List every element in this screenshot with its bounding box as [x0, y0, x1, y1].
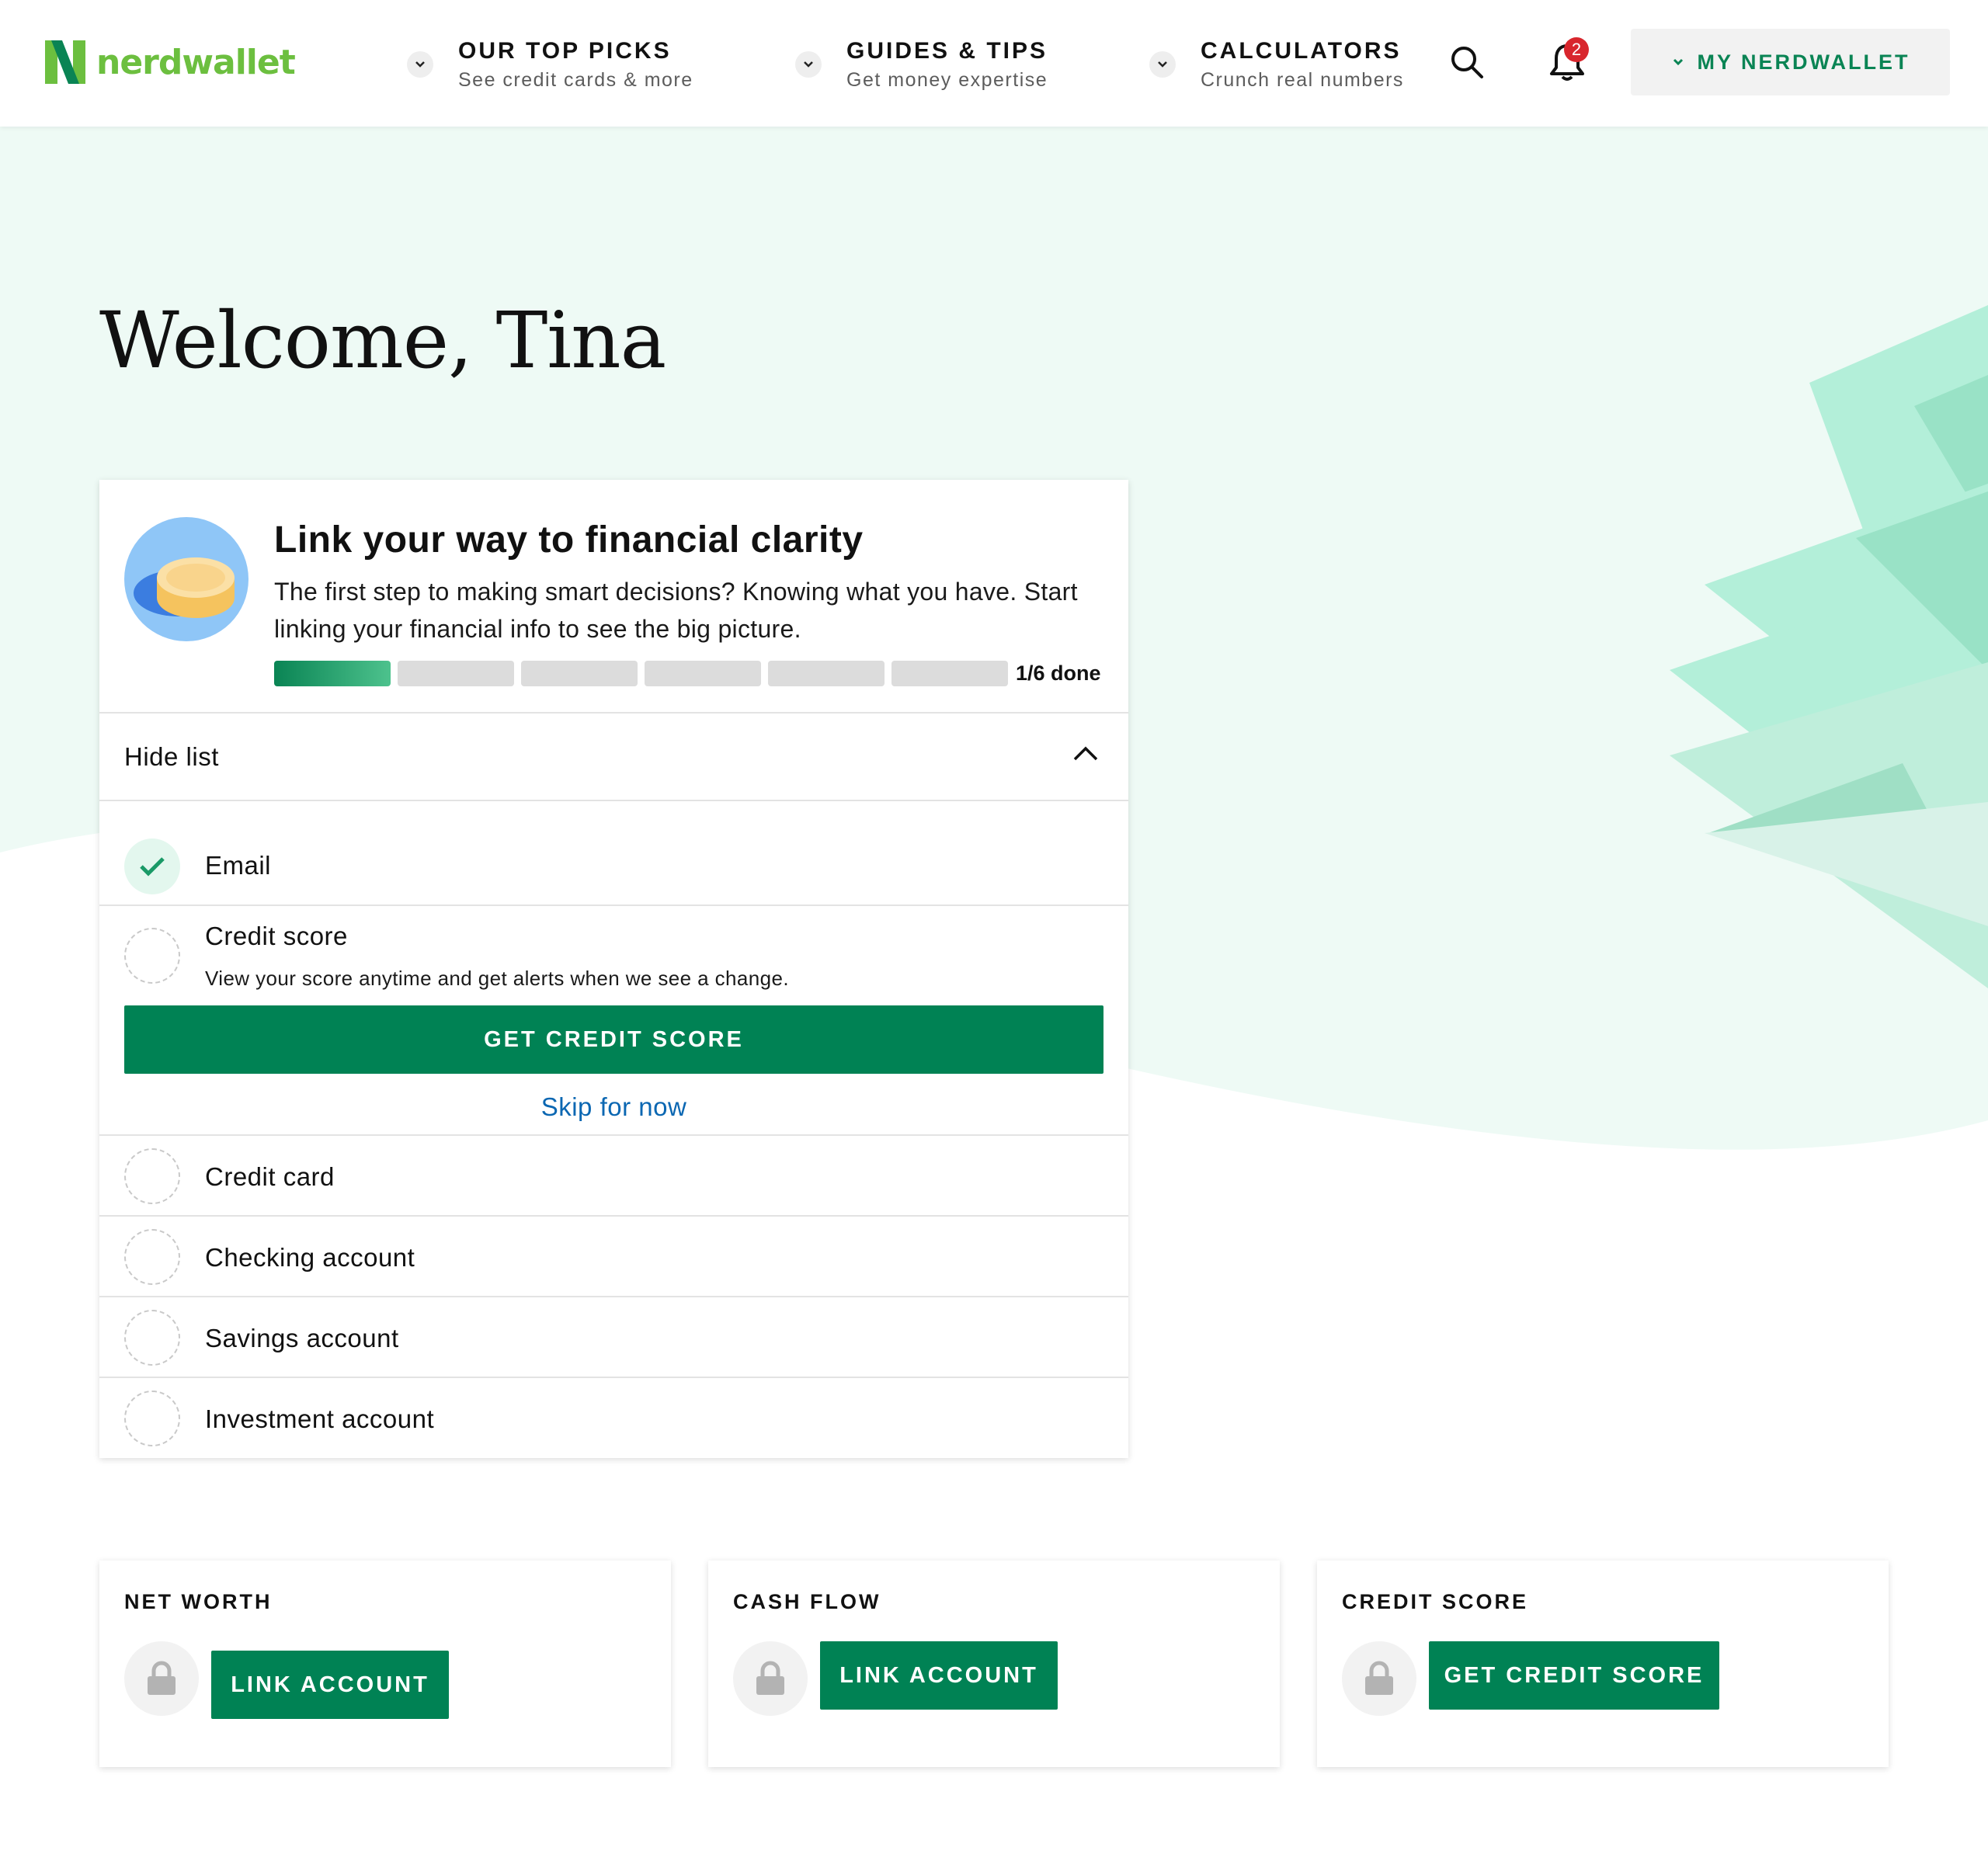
- get-credit-score-button[interactable]: GET CREDIT SCORE: [124, 1005, 1103, 1074]
- card-title: NET WORTH: [124, 1590, 273, 1613]
- chevron-down-icon: [1673, 58, 1683, 66]
- checklist-item-label: Email: [205, 851, 272, 880]
- notifications-button[interactable]: 2: [1548, 37, 1589, 81]
- chevron-up-icon: [1073, 746, 1098, 761]
- skip-for-now-link[interactable]: Skip for now: [99, 1092, 1128, 1122]
- nav-title: GUIDES & TIPS: [846, 38, 1048, 64]
- top-navigation-bar: nerdwallet OUR TOP PICKS See credit card…: [0, 0, 1988, 127]
- onboarding-checklist-card: Link your way to financial clarity The f…: [99, 480, 1128, 1458]
- search-button[interactable]: [1448, 43, 1486, 81]
- chevron-down-icon: [795, 51, 822, 78]
- progress-segment: [521, 661, 638, 686]
- chevron-down-icon: [1149, 51, 1176, 78]
- card-title: CREDIT SCORE: [1342, 1590, 1529, 1613]
- credit-score-card: CREDIT SCORE GET CREDIT SCORE: [1317, 1561, 1889, 1767]
- checklist-header: Link your way to financial clarity The f…: [99, 480, 1128, 714]
- chevron-down-icon: [407, 51, 433, 78]
- search-icon: [1451, 47, 1483, 78]
- get-credit-score-button[interactable]: GET CREDIT SCORE: [1429, 1641, 1719, 1710]
- checklist-title: Link your way to financial clarity: [274, 519, 864, 561]
- lock-icon: [733, 1641, 808, 1716]
- checklist-item-label: Checking account: [205, 1243, 415, 1272]
- nerdwallet-logo-icon: [45, 40, 85, 84]
- lock-icon: [124, 1641, 199, 1716]
- nav-title: CALCULATORS: [1201, 38, 1402, 64]
- checklist-description: The first step to making smart decisions…: [274, 578, 1078, 643]
- my-nerdwallet-label: MY NERDWALLET: [1697, 50, 1910, 74]
- hide-list-label: Hide list: [124, 741, 219, 771]
- link-account-button[interactable]: LINK ACCOUNT: [211, 1651, 449, 1719]
- progress-segment: [768, 661, 885, 686]
- checklist-item-label: Investment account: [205, 1404, 435, 1433]
- checklist-item-description: View your score anytime and get alerts w…: [205, 967, 789, 990]
- cash-flow-card: CASH FLOW LINK ACCOUNT: [708, 1561, 1280, 1767]
- unchecked-circle-icon: [124, 1391, 180, 1446]
- progress-segment-complete: [274, 661, 391, 686]
- notification-count-badge: 2: [1564, 37, 1589, 62]
- nav-subtitle: Get money expertise: [846, 69, 1048, 91]
- link-account-button[interactable]: LINK ACCOUNT: [820, 1641, 1058, 1710]
- progress-segment: [398, 661, 514, 686]
- unchecked-circle-icon: [124, 928, 180, 984]
- card-title: CASH FLOW: [733, 1590, 881, 1613]
- checklist-item-savings-account[interactable]: Savings account: [99, 1297, 1128, 1378]
- unchecked-circle-icon: [124, 1148, 180, 1204]
- progress-label: 1/6 done: [1016, 661, 1101, 685]
- checklist-item-investment-account[interactable]: Investment account: [99, 1378, 1128, 1459]
- progress-bar: 1/6 done: [274, 661, 1101, 686]
- progress-segment: [891, 661, 1008, 686]
- check-icon: [124, 839, 180, 894]
- nav-guides-and-tips[interactable]: GUIDES & TIPS Get money expertise: [795, 36, 1048, 93]
- nav-title: OUR TOP PICKS: [458, 38, 672, 64]
- checklist-item-checking-account[interactable]: Checking account: [99, 1217, 1128, 1297]
- checklist-item-credit-card[interactable]: Credit card: [99, 1136, 1128, 1217]
- checklist-item-label: Savings account: [205, 1324, 399, 1352]
- logo-wordmark: nerdwallet: [96, 42, 296, 82]
- welcome-heading: Welcome, Tina: [99, 295, 666, 386]
- unchecked-circle-icon: [124, 1229, 180, 1285]
- nerdwallet-logo[interactable]: nerdwallet: [45, 40, 296, 84]
- nav-subtitle: Crunch real numbers: [1201, 69, 1404, 91]
- checklist-item-credit-score[interactable]: Credit score View your score anytime and…: [99, 906, 1128, 1136]
- coins-illustration: [124, 517, 248, 641]
- hide-list-toggle[interactable]: Hide list: [99, 714, 1128, 801]
- my-nerdwallet-button[interactable]: MY NERDWALLET: [1631, 29, 1950, 95]
- checklist-item-label: Credit card: [205, 1162, 335, 1191]
- unchecked-circle-icon: [124, 1310, 180, 1366]
- lock-icon: [1342, 1641, 1416, 1716]
- nav-our-top-picks[interactable]: OUR TOP PICKS See credit cards & more: [407, 36, 693, 93]
- nav-calculators[interactable]: CALCULATORS Crunch real numbers: [1149, 36, 1404, 93]
- checklist-item-email[interactable]: Email: [99, 801, 1128, 906]
- progress-segment: [645, 661, 761, 686]
- nav-subtitle: See credit cards & more: [458, 69, 693, 91]
- net-worth-card: NET WORTH LINK ACCOUNT: [99, 1561, 671, 1767]
- checklist-item-label: Credit score: [205, 922, 348, 950]
